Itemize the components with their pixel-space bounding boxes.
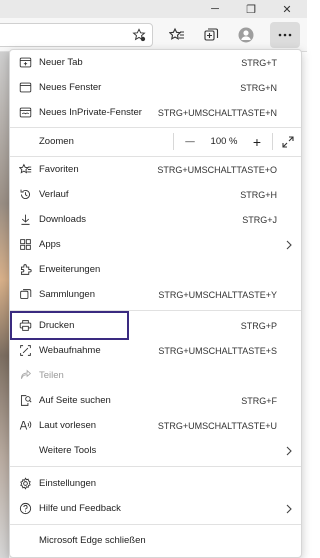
favorites-bar-icon	[169, 27, 184, 40]
restore-icon: ❐	[246, 3, 256, 16]
collections-toolbar-icon	[204, 28, 219, 41]
menu-item-downloads[interactable]: Downloads STRG+J	[10, 207, 301, 232]
close-icon: ✕	[282, 3, 292, 16]
menu-shortcut: STRG+UMSCHALTTASTE+N	[157, 107, 277, 118]
menu-label: Sammlungen	[39, 289, 95, 300]
minus-icon: —	[185, 136, 195, 147]
menu-shortcut: STRG+UMSCHALTTASTE+S	[158, 345, 277, 356]
download-icon	[18, 213, 32, 227]
title-bar: ─ ❐ ✕	[0, 0, 307, 18]
menu-item-read-aloud[interactable]: Laut vorlesen STRG+UMSCHALTTASTE+U	[10, 413, 301, 438]
menu-label: Laut vorlesen	[39, 420, 97, 431]
menu-label: Neuer Tab	[39, 57, 83, 68]
chevron-right-icon	[286, 504, 292, 513]
zoom-separator	[173, 133, 174, 150]
inprivate-window-icon	[18, 106, 32, 120]
add-favorite-icon[interactable]	[132, 28, 146, 45]
menu-shortcut: STRG+J	[242, 214, 277, 225]
menu-label: Apps	[39, 239, 61, 250]
menu-item-favorites[interactable]: Favoriten STRG+UMSCHALTTASTE+O	[10, 157, 301, 182]
more-icon	[278, 33, 292, 37]
find-on-page-icon	[18, 394, 32, 408]
menu-item-settings[interactable]: Einstellungen	[10, 471, 301, 496]
chevron-right-icon	[286, 446, 292, 455]
minimize-icon: ─	[211, 3, 219, 15]
zoom-level: 100 %	[204, 129, 244, 154]
zoom-label: Zoomen	[39, 136, 74, 147]
menu-shortcut: STRG+UMSCHALTTASTE+Y	[158, 289, 277, 300]
print-highlight-box	[10, 311, 129, 340]
history-icon	[18, 188, 32, 202]
extensions-icon	[18, 263, 32, 277]
menu-label: Neues Fenster	[39, 82, 102, 93]
menu-item-web-capture[interactable]: Webaufnahme STRG+UMSCHALTTASTE+S	[10, 338, 301, 363]
menu-item-find[interactable]: Auf Seite suchen STRG+F	[10, 388, 301, 413]
menu-divider	[10, 524, 301, 525]
fullscreen-button[interactable]	[277, 129, 299, 154]
browser-toolbar	[0, 18, 307, 52]
zoom-value: 100 %	[210, 136, 238, 147]
menu-label: Neues InPrivate-Fenster	[39, 107, 142, 118]
profile-button[interactable]	[235, 24, 257, 46]
menu-shortcut: STRG+T	[241, 57, 277, 68]
menu-item-share: Teilen	[10, 363, 301, 388]
chevron-right-icon	[286, 240, 292, 249]
menu-label: Erweiterungen	[39, 264, 101, 275]
web-capture-icon	[18, 344, 32, 358]
menu-shortcut: STRG+P	[240, 320, 277, 331]
avatar-icon	[238, 27, 254, 43]
close-window-button[interactable]: ✕	[272, 0, 302, 18]
collections-icon	[18, 288, 32, 302]
menu-item-zoom: Zoomen — 100 % +	[10, 129, 301, 154]
menu-divider	[10, 466, 301, 467]
settings-icon	[18, 477, 32, 491]
menu-label: Favoriten	[39, 164, 79, 175]
menu-shortcut: STRG+N	[240, 82, 277, 93]
menu-label: Webaufnahme	[39, 345, 101, 356]
menu-label: Einstellungen	[39, 478, 97, 489]
plus-icon: +	[252, 133, 262, 150]
menu-label: Teilen	[39, 370, 64, 381]
menu-item-help[interactable]: Hilfe und Feedback	[10, 496, 301, 521]
help-icon	[18, 502, 32, 516]
read-aloud-icon	[18, 419, 32, 433]
menu-item-apps[interactable]: Apps	[10, 232, 301, 257]
menu-label: Verlauf	[39, 189, 69, 200]
menu-item-more-tools[interactable]: Weitere Tools	[10, 438, 301, 463]
menu-label: Microsoft Edge schließen	[39, 535, 146, 546]
menu-shortcut: STRG+UMSCHALTTASTE+U	[157, 420, 277, 431]
menu-shortcut: STRG+F	[241, 395, 277, 406]
new-window-icon	[18, 81, 32, 95]
menu-item-extensions[interactable]: Erweiterungen	[10, 257, 301, 282]
menu-label: Downloads	[39, 214, 86, 225]
fullscreen-icon	[282, 135, 294, 148]
menu-shortcut: STRG+UMSCHALTTASTE+O	[157, 164, 277, 175]
menu-item-new-inprivate[interactable]: Neues InPrivate-Fenster STRG+UMSCHALTTAS…	[10, 100, 301, 125]
minimize-button[interactable]: ─	[200, 0, 230, 18]
menu-label: Auf Seite suchen	[39, 395, 111, 406]
page-background	[0, 52, 9, 558]
menu-item-close-edge[interactable]: Microsoft Edge schließen	[10, 528, 301, 553]
settings-menu: Neuer Tab STRG+T Neues Fenster STRG+N Ne…	[9, 49, 302, 558]
settings-and-more-button[interactable]	[270, 22, 300, 48]
new-tab-icon	[18, 56, 32, 70]
menu-item-collections[interactable]: Sammlungen STRG+UMSCHALTTASTE+Y	[10, 282, 301, 307]
menu-label: Weitere Tools	[39, 445, 97, 456]
menu-item-new-window[interactable]: Neues Fenster STRG+N	[10, 75, 301, 100]
zoom-in-button[interactable]: +	[246, 129, 268, 154]
zoom-out-button[interactable]: —	[178, 129, 202, 154]
favorites-toolbar-button[interactable]	[166, 24, 188, 46]
zoom-separator	[272, 133, 273, 150]
menu-label: Hilfe und Feedback	[39, 503, 121, 514]
maximize-button[interactable]: ❐	[236, 0, 266, 18]
menu-item-new-tab[interactable]: Neuer Tab STRG+T	[10, 50, 301, 75]
menu-divider	[10, 127, 301, 128]
apps-icon	[18, 238, 32, 252]
address-bar[interactable]	[0, 23, 153, 47]
share-icon	[18, 369, 32, 383]
menu-shortcut: STRG+H	[240, 189, 277, 200]
menu-item-history[interactable]: Verlauf STRG+H	[10, 182, 301, 207]
favorites-icon	[18, 163, 32, 177]
collections-toolbar-button[interactable]	[200, 24, 222, 46]
